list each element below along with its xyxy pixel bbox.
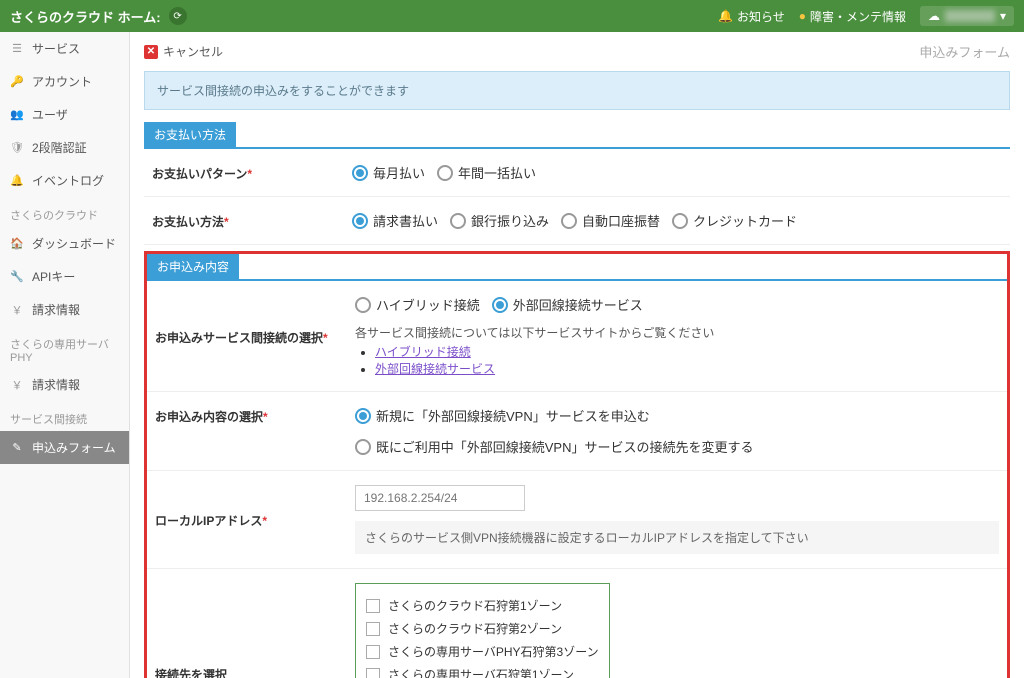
radio-invoice[interactable]: 請求書払い — [352, 211, 438, 230]
radio-icon — [492, 297, 508, 313]
radio-hybrid[interactable]: ハイブリッド接続 — [355, 295, 480, 314]
account-menu[interactable]: ☁ ▾ — [920, 6, 1014, 26]
radio-icon — [672, 213, 688, 229]
cloud-icon: ☁ — [928, 9, 940, 23]
radio-new-vpn[interactable]: 新規に「外部回線接続VPN」サービスを申込む — [355, 406, 650, 425]
main-content: ✕ キャンセル 申込みフォーム サービス間接続の申込みをすることができます お支… — [130, 32, 1024, 678]
account-name — [945, 10, 995, 22]
checkbox-icon — [366, 622, 380, 636]
users-icon: 👥 — [10, 108, 24, 121]
refresh-icon[interactable]: ⟳ — [169, 7, 187, 25]
app-title: さくらのクラウド ホーム: — [10, 7, 161, 26]
local-ip-row: ローカルIPアドレス* さくらのサービス側VPN接続機器に設定するローカルIPア… — [147, 471, 1007, 569]
sidebar-item-eventlog[interactable]: 🔔イベントログ — [0, 164, 129, 197]
content-select-row: お申込み内容の選択* 新規に「外部回線接続VPN」サービスを申込む 既にご利用中… — [147, 392, 1007, 471]
sidebar: ☰サービス 🔑アカウント 👥ユーザ 🛡2段階認証 🔔イベントログ さくらのクラウ… — [0, 32, 130, 678]
link-external[interactable]: 外部回線接続サービス — [375, 362, 495, 376]
checkbox-icon — [366, 599, 380, 613]
payment-pattern-row: お支払いパターン* 毎月払い 年間一括払い — [144, 149, 1010, 197]
sidebar-item-users[interactable]: 👥ユーザ — [0, 98, 129, 131]
local-ip-input[interactable] — [355, 485, 525, 511]
status-link[interactable]: ● 障害・メンテ情報 — [799, 8, 906, 25]
checkbox-ishikari1[interactable]: さくらのクラウド石狩第1ゾーン — [366, 594, 599, 617]
section-header-application: お申込み内容 — [147, 254, 239, 279]
checkbox-icon — [366, 645, 380, 659]
sidebar-item-account[interactable]: 🔑アカウント — [0, 65, 129, 98]
bell-icon: 🔔 — [10, 174, 24, 187]
sidebar-item-services[interactable]: ☰サービス — [0, 32, 129, 65]
radio-banktransfer[interactable]: 銀行振り込み — [450, 211, 549, 230]
wrench-icon: 🔧 — [10, 270, 24, 283]
sidebar-group-service: サービス間接続 — [0, 401, 129, 431]
yen-icon: ￥ — [10, 377, 24, 393]
radio-autodebit[interactable]: 自動口座振替 — [561, 211, 660, 230]
radio-icon — [437, 165, 453, 181]
gauge-icon: 🏠 — [10, 237, 24, 250]
service-helper: 各サービス間接続については以下サービスサイトからご覧ください — [355, 324, 999, 341]
bell-icon: 🔔 — [718, 9, 733, 23]
sidebar-group-phy: さくらの専用サーバ PHY — [0, 326, 129, 368]
radio-icon — [561, 213, 577, 229]
checkbox-icon — [366, 668, 380, 678]
notice-link[interactable]: 🔔 お知らせ — [718, 8, 785, 25]
shield-icon: 🛡 — [10, 141, 24, 154]
checkbox-ishikari2[interactable]: さくらのクラウド石狩第2ゾーン — [366, 617, 599, 640]
key-icon: 🔑 — [10, 75, 24, 88]
pencil-icon: ✎ — [10, 441, 24, 454]
chevron-down-icon: ▾ — [1000, 9, 1006, 23]
list-icon: ☰ — [10, 42, 24, 55]
radio-icon — [352, 213, 368, 229]
status-icon: ● — [799, 9, 806, 23]
radio-external[interactable]: 外部回線接続サービス — [492, 295, 643, 314]
destination-row: 接続先を選択 さくらのクラウド石狩第1ゾーン さくらのクラウド石狩第2ゾーン さ… — [147, 569, 1007, 678]
close-icon: ✕ — [144, 45, 158, 59]
radio-yearly[interactable]: 年間一括払い — [437, 163, 536, 182]
info-banner: サービス間接続の申込みをすることができます — [144, 71, 1010, 110]
radio-monthly[interactable]: 毎月払い — [352, 163, 425, 182]
page-title: 申込みフォーム — [919, 42, 1010, 61]
payment-method-row: お支払い方法* 請求書払い 銀行振り込み 自動口座振替 クレジットカード — [144, 197, 1010, 245]
top-header: さくらのクラウド ホーム: ⟳ 🔔 お知らせ ● 障害・メンテ情報 ☁ ▾ — [0, 0, 1024, 32]
yen-icon: ￥ — [10, 302, 24, 318]
application-section: お申込み内容 お申込みサービス間接続の選択* ハイブリッド接続 外部回線接続サー… — [144, 251, 1010, 678]
ip-helper: さくらのサービス側VPN接続機器に設定するローカルIPアドレスを指定して下さい — [355, 521, 999, 554]
sidebar-item-dashboard[interactable]: 🏠ダッシュボード — [0, 227, 129, 260]
payment-section: お支払い方法 お支払いパターン* 毎月払い 年間一括払い お支払い方法* 請求書… — [144, 122, 1010, 245]
radio-icon — [450, 213, 466, 229]
section-header-payment: お支払い方法 — [144, 122, 236, 147]
radio-icon — [355, 297, 371, 313]
radio-change-vpn[interactable]: 既にご利用中「外部回線接続VPN」サービスの接続先を変更する — [355, 437, 753, 456]
checkbox-dedicated1[interactable]: さくらの専用サーバ石狩第1ゾーン — [366, 663, 599, 678]
sidebar-item-billing[interactable]: ￥請求情報 — [0, 293, 129, 326]
radio-icon — [355, 408, 371, 424]
sidebar-group-cloud: さくらのクラウド — [0, 197, 129, 227]
checkbox-phy-ishikari3[interactable]: さくらの専用サーバPHY石狩第3ゾーン — [366, 640, 599, 663]
radio-creditcard[interactable]: クレジットカード — [672, 211, 797, 230]
sidebar-item-apikey[interactable]: 🔧APIキー — [0, 260, 129, 293]
sidebar-item-application[interactable]: ✎申込みフォーム — [0, 431, 129, 464]
destination-checkbox-group: さくらのクラウド石狩第1ゾーン さくらのクラウド石狩第2ゾーン さくらの専用サー… — [355, 583, 610, 678]
radio-icon — [352, 165, 368, 181]
sidebar-item-2fa[interactable]: 🛡2段階認証 — [0, 131, 129, 164]
radio-icon — [355, 439, 371, 455]
service-select-row: お申込みサービス間接続の選択* ハイブリッド接続 外部回線接続サービス 各サービ… — [147, 281, 1007, 392]
link-hybrid[interactable]: ハイブリッド接続 — [375, 345, 471, 359]
cancel-button[interactable]: ✕ キャンセル — [144, 43, 223, 60]
sidebar-item-phy-billing[interactable]: ￥請求情報 — [0, 368, 129, 401]
